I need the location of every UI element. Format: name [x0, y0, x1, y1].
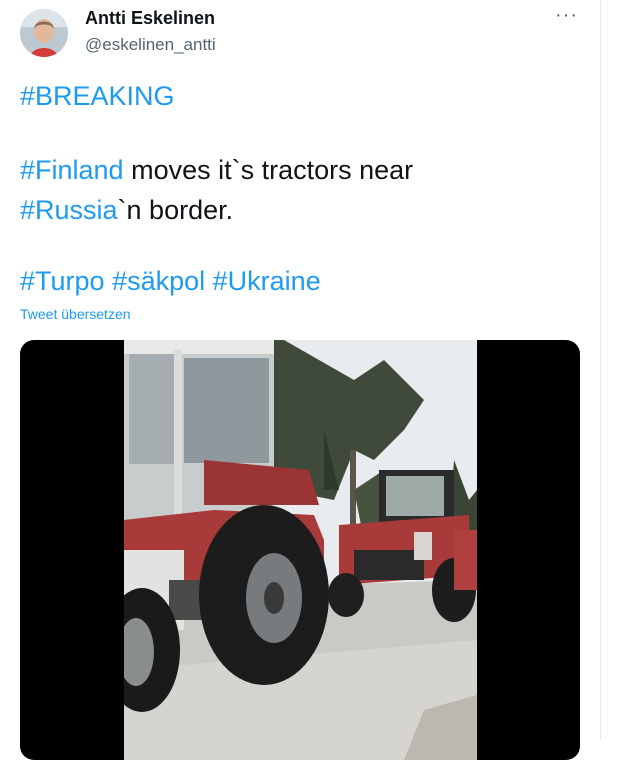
hashtag-breaking[interactable]: #BREAKING: [20, 81, 175, 111]
tweet-line-4: #Turpo #säkpol #Ukraine: [20, 265, 321, 297]
hashtag-russia[interactable]: #Russia: [20, 195, 118, 225]
tweet-text: `n border.: [117, 195, 234, 225]
video-frame[interactable]: [124, 340, 477, 760]
author-name[interactable]: Antti Eskelinen: [85, 8, 215, 29]
tweet-text: moves it`s tractors near: [123, 155, 414, 185]
author-handle[interactable]: @eskelinen_antti: [85, 35, 216, 55]
tractors-video-still: [124, 340, 477, 760]
tweet-line-3: #Russia`n border.: [20, 194, 233, 226]
hashtag-ukraine[interactable]: #Ukraine: [213, 266, 321, 296]
avatar[interactable]: [20, 9, 68, 57]
hashtag-finland[interactable]: #Finland: [20, 155, 124, 185]
more-options-icon[interactable]: ···: [555, 5, 578, 25]
tweet-line-1: #BREAKING: [20, 80, 175, 112]
video-media[interactable]: [20, 340, 580, 760]
avatar-image: [20, 9, 68, 57]
tweet-line-2: #Finland moves it`s tractors near: [20, 154, 413, 186]
tweet-card: Antti Eskelinen @eskelinen_antti ··· #BR…: [0, 0, 601, 760]
hashtag-turpo[interactable]: #Turpo: [20, 266, 105, 296]
translate-tweet-link[interactable]: Tweet übersetzen: [20, 306, 131, 322]
hashtag-sakpol[interactable]: #säkpol: [112, 266, 205, 296]
